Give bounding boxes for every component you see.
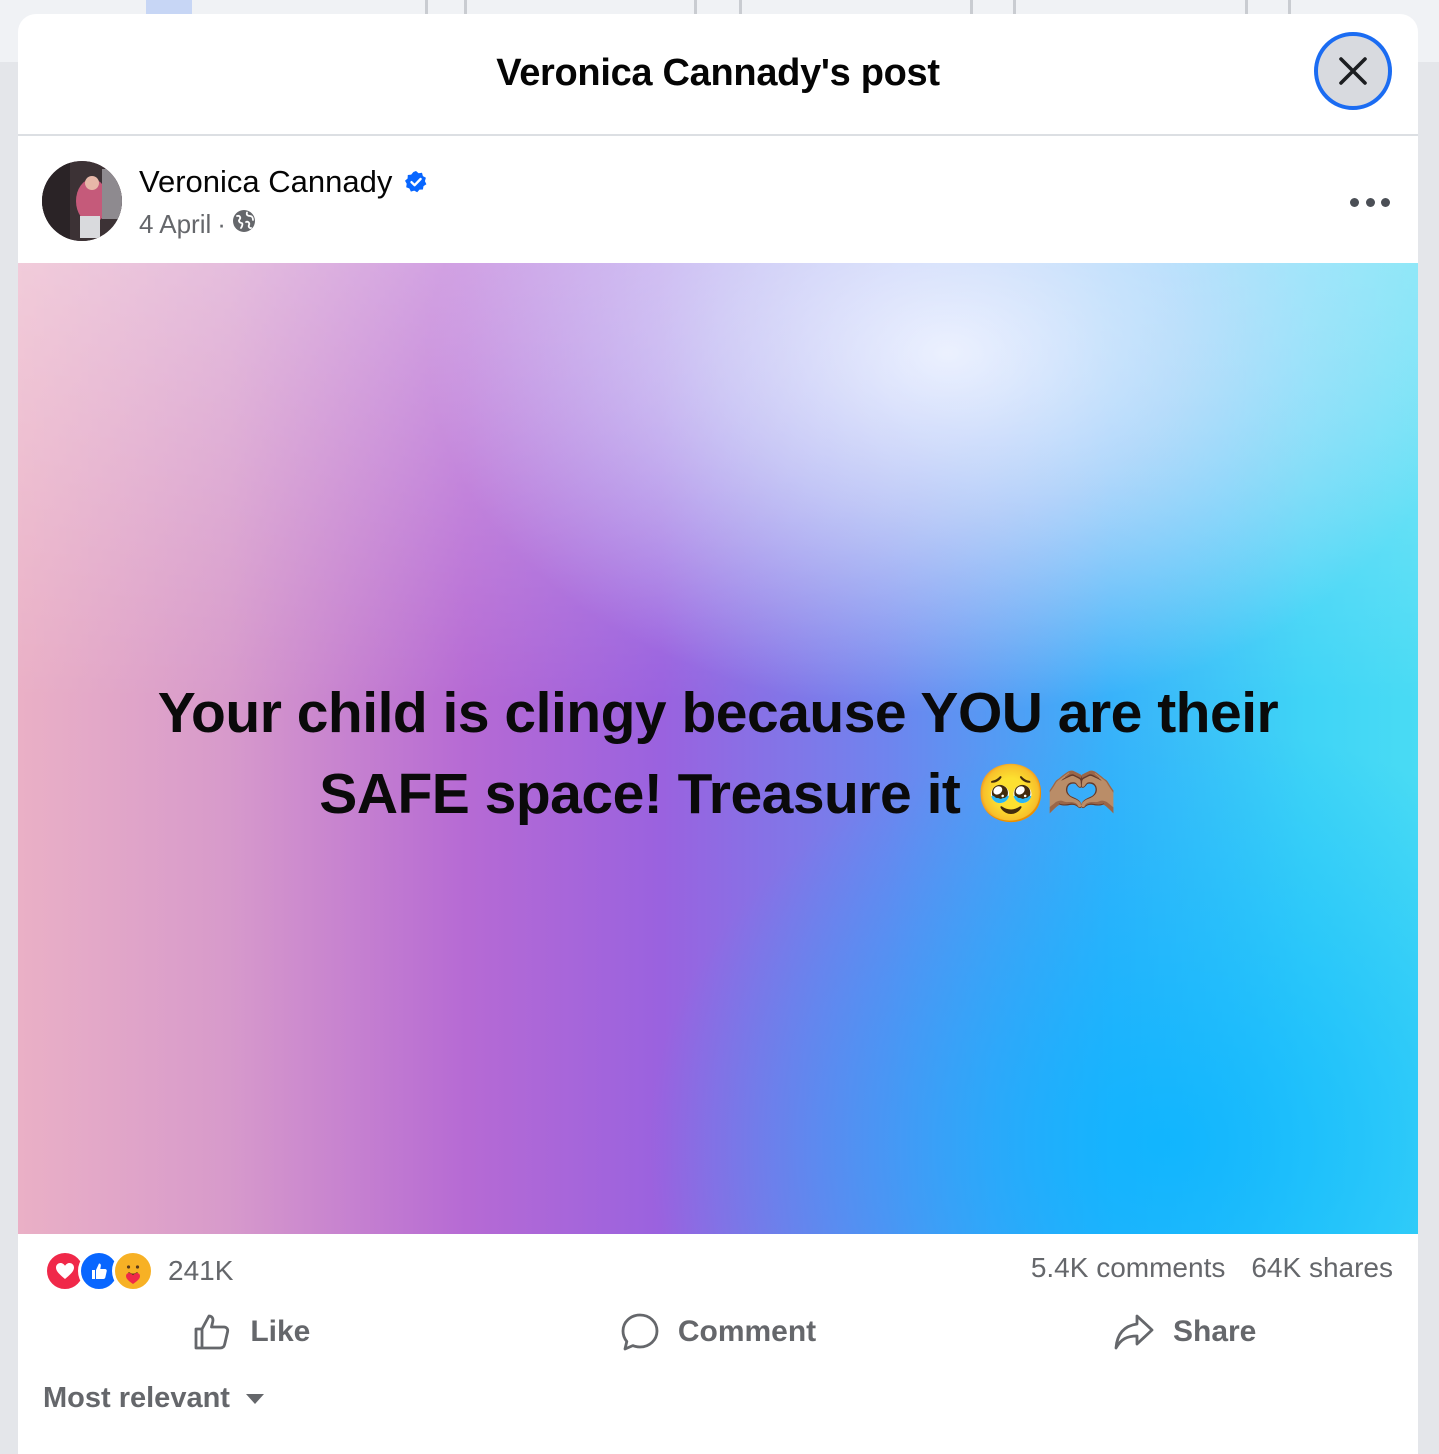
comments-count-link[interactable]: 5.4K comments [1031, 1252, 1226, 1284]
author-name[interactable]: Veronica Cannady [139, 164, 392, 200]
more-dot-icon [1365, 197, 1375, 207]
modal-title: Veronica Cannady's post [496, 52, 940, 94]
caret-down-icon [245, 1393, 264, 1404]
close-button[interactable] [1314, 32, 1392, 110]
comment-label: Comment [677, 1315, 817, 1348]
comments-sort-dropdown[interactable]: Most relevant [43, 1382, 264, 1415]
comment-icon [621, 1313, 659, 1351]
engagement-stats: 5.4K comments 64K shares [1031, 1252, 1393, 1284]
care-reaction-icon [112, 1250, 154, 1292]
like-icon [194, 1314, 230, 1350]
more-dot-icon [1350, 197, 1359, 207]
more-options-button[interactable] [1350, 194, 1390, 210]
shares-count-link[interactable]: 64K shares [1251, 1252, 1393, 1284]
modal-header: Veronica Cannady's post [18, 14, 1418, 136]
reaction-count: 241K [168, 1255, 234, 1286]
comment-button[interactable]: Comment [485, 1304, 952, 1360]
share-button[interactable]: Share [951, 1304, 1418, 1360]
post-text: Your child is clingy because YOU are the… [157, 681, 1279, 826]
verified-badge-icon [404, 170, 428, 194]
post-meta: 4 April · [139, 209, 256, 240]
reactions-summary[interactable]: 241K [44, 1250, 233, 1292]
post-background-card[interactable]: Your child is clingy because YOU are the… [18, 263, 1418, 1234]
sort-label: Most relevant [43, 1382, 230, 1414]
post-date[interactable]: 4 April [139, 209, 211, 240]
more-dot-icon [1381, 197, 1390, 207]
post-stats: 241K 5.4K comments 64K shares [18, 1248, 1418, 1292]
close-icon [1339, 57, 1367, 85]
share-icon [1114, 1314, 1154, 1350]
like-button[interactable]: Like [18, 1304, 485, 1360]
meta-separator: · [217, 209, 226, 239]
avatar-photo [42, 161, 122, 241]
author-row: Veronica Cannady [139, 164, 428, 200]
post-actions: Like Comment Share [18, 1304, 1418, 1360]
like-label: Like [250, 1315, 311, 1348]
share-label: Share [1172, 1315, 1257, 1348]
post-modal: Veronica Cannady's post Veronica Cannady [18, 14, 1418, 1454]
avatar[interactable] [42, 161, 122, 241]
post-header: Veronica Cannady 4 April · [18, 136, 1418, 263]
globe-icon [232, 209, 256, 240]
